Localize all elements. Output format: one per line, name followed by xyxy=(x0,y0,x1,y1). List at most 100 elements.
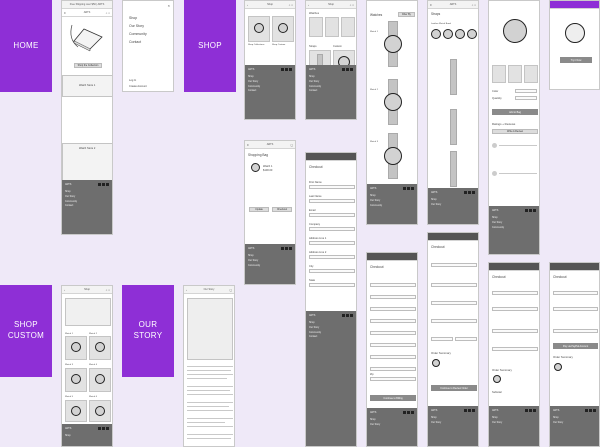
payment-field-2[interactable] xyxy=(431,283,477,287)
product-footer: ARTS Shop Our Story Community xyxy=(489,206,539,254)
billing-field-3[interactable] xyxy=(370,307,416,311)
watch-face-2 xyxy=(384,93,402,111)
write-review-button[interactable]: Write A Review xyxy=(492,129,538,134)
story-text-line xyxy=(187,422,225,423)
category-tile-2[interactable] xyxy=(325,17,339,37)
category-tile-3[interactable] xyxy=(341,17,355,37)
billing-topbar xyxy=(367,253,417,261)
quantity-select[interactable] xyxy=(515,96,537,100)
categories-footer: ARTS Shop Our Story Community Contact xyxy=(306,65,356,119)
shop-collection-button[interactable]: Shop the Collection xyxy=(74,63,102,68)
nav-login[interactable]: Log In xyxy=(129,79,136,82)
paypal-button[interactable]: Pay via PayPal Account xyxy=(553,343,598,349)
nav-item-our-story[interactable]: Our Story xyxy=(129,24,144,28)
watch-icon xyxy=(71,406,81,416)
billing-field-6[interactable] xyxy=(370,343,416,347)
add-to-bag-button[interactable]: Add to Bag xyxy=(492,109,538,115)
payment-field-6[interactable] xyxy=(455,337,477,341)
billing-field-7[interactable] xyxy=(370,355,416,359)
nav-item-shop[interactable]: Shop xyxy=(129,16,137,20)
strap-band-1 xyxy=(450,59,457,95)
reviewer-avatar xyxy=(492,143,497,148)
story-text-line xyxy=(187,386,233,387)
company-label: Company xyxy=(309,223,321,226)
company-field[interactable] xyxy=(309,227,355,231)
try-it-button[interactable]: Try it Now xyxy=(560,57,592,63)
email-field[interactable] xyxy=(309,213,355,217)
story-text-line xyxy=(187,402,233,403)
straps-title: Straps xyxy=(431,12,441,16)
category-label-custom: Custom xyxy=(333,45,342,48)
payment-field-1[interactable] xyxy=(431,263,477,267)
payment-field-3[interactable] xyxy=(431,301,477,305)
checkout-shipping-screen: Checkout First Name Last Name Email Comp… xyxy=(305,152,357,447)
product-thumbnail-3[interactable] xyxy=(524,65,538,83)
strap-swatch-2[interactable] xyxy=(443,29,453,39)
watches-title: Watches xyxy=(370,13,383,17)
color-select[interactable] xyxy=(515,89,537,93)
continue-review-button[interactable]: Continue to Review Order xyxy=(431,385,477,391)
strap-swatch-4[interactable] xyxy=(467,29,477,39)
story-hero-image xyxy=(187,298,233,360)
checkout-payment-screen: Checkout Order Summary Continue to Revie… xyxy=(427,232,479,447)
paypal-field-2[interactable] xyxy=(553,307,598,311)
custom-watch-label-4: Watch 4 xyxy=(89,364,97,366)
state-select[interactable] xyxy=(309,283,355,287)
billing-field-1[interactable] xyxy=(370,283,416,287)
story-text-line xyxy=(187,370,231,371)
cart-topbar: ≡ ARTS ◻ xyxy=(245,141,295,149)
strap-swatch-3[interactable] xyxy=(455,29,465,39)
last-name-field[interactable] xyxy=(309,199,355,203)
billing-field-8[interactable] xyxy=(370,367,416,371)
story-text-line xyxy=(187,406,229,407)
review-line xyxy=(499,145,537,146)
checkout-review-screen: Checkout Order Summary Subtotal ARTS Sho… xyxy=(488,262,540,447)
order-item-image xyxy=(432,359,440,367)
nav-create-account[interactable]: Create Account xyxy=(129,85,147,88)
home-watch-text-2: Watch Store 2 xyxy=(79,147,96,150)
product-thumbnail-2[interactable] xyxy=(508,65,522,83)
first-name-label: First Name xyxy=(309,181,322,184)
billing-zip-field[interactable] xyxy=(370,377,416,381)
review-field-1[interactable] xyxy=(492,291,538,295)
first-name-field[interactable] xyxy=(309,185,355,189)
product-thumbnail-1[interactable] xyxy=(492,65,506,83)
custom-topbar: ‹ Shop ⌕ ◻ xyxy=(62,286,112,294)
address1-field[interactable] xyxy=(309,241,355,245)
payment-field-5[interactable] xyxy=(431,337,453,341)
filter-button[interactable]: Filter By xyxy=(398,12,415,17)
review-field-2[interactable] xyxy=(492,307,538,311)
watch-list-name-2: Watch 2 xyxy=(370,89,378,91)
checkout-billing-screen: Checkout Zip Continue to Billing ARTS Sh… xyxy=(366,252,418,447)
billing-field-4[interactable] xyxy=(370,319,416,323)
payment-topbar xyxy=(428,233,478,241)
payment-field-4[interactable] xyxy=(431,319,477,323)
billing-field-5[interactable] xyxy=(370,331,416,335)
continue-billing-button[interactable]: Continue to Billing xyxy=(370,395,416,401)
paypal-field-3[interactable] xyxy=(553,329,598,333)
review-topbar xyxy=(489,263,539,271)
review-field-3[interactable] xyxy=(492,329,538,333)
update-button[interactable]: Update xyxy=(249,207,269,212)
straps-topbar: ≡ ARTS ⌕ ◻ xyxy=(428,1,478,9)
review-field-4[interactable] xyxy=(492,347,538,351)
address2-field[interactable] xyxy=(309,255,355,259)
custom-footer: ARTS Shop xyxy=(62,424,112,446)
strap-swatch-1[interactable] xyxy=(431,29,441,39)
checkout-title: Checkout xyxy=(309,165,323,169)
straps-subtitle: Leather Watch Band xyxy=(431,23,451,25)
close-icon[interactable]: × xyxy=(168,3,170,8)
category-tile-1[interactable] xyxy=(309,17,323,37)
nav-item-community[interactable]: Community xyxy=(129,32,147,36)
city-field[interactable] xyxy=(309,269,355,273)
story-text-line xyxy=(187,394,233,395)
nav-item-contact[interactable]: Contact xyxy=(129,40,141,44)
paypal-field-1[interactable] xyxy=(553,291,598,295)
category-label-straps: Straps xyxy=(309,45,317,48)
checkout-button[interactable]: Checkout xyxy=(272,207,292,212)
billing-field-2[interactable] xyxy=(370,295,416,299)
cart-footer: ARTS Shop Our Story Community xyxy=(245,244,295,284)
strap-band-2 xyxy=(450,109,457,145)
straps-screen: ≡ ARTS ⌕ ◻ Straps Leather Watch Band ARTS … xyxy=(427,0,479,225)
product-detail-screen: Color Quantity Add to Bag Ratings + Revi… xyxy=(488,0,540,255)
